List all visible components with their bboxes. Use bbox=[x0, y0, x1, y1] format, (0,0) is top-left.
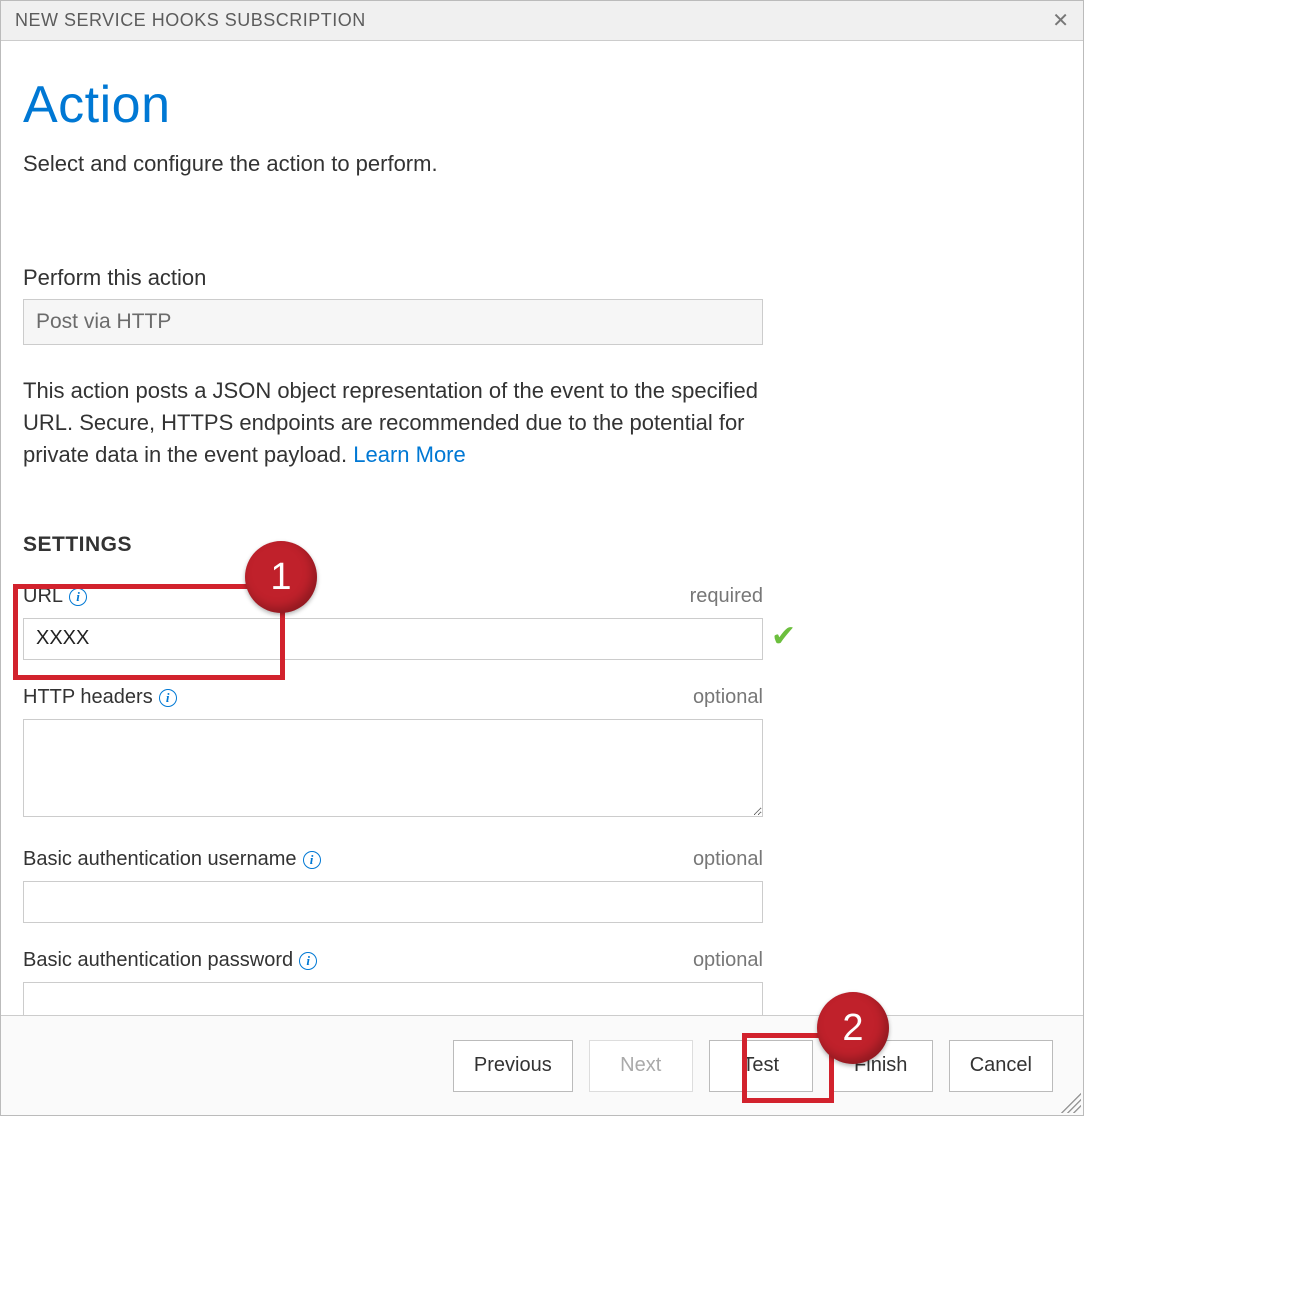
basic-auth-username-label: Basic authentication username bbox=[23, 848, 297, 871]
cancel-button[interactable]: Cancel bbox=[949, 1040, 1053, 1092]
basic-auth-username-input[interactable] bbox=[23, 881, 763, 923]
perform-action-block: Perform this action Post via HTTP bbox=[23, 265, 1061, 345]
previous-button[interactable]: Previous bbox=[453, 1040, 573, 1092]
info-icon[interactable]: i bbox=[69, 588, 87, 606]
page-title: Action bbox=[23, 75, 1061, 135]
action-description: This action posts a JSON object represen… bbox=[23, 375, 783, 471]
close-icon[interactable]: ✕ bbox=[1052, 11, 1069, 31]
settings-heading: SETTINGS bbox=[23, 533, 1061, 557]
basic-auth-password-label: Basic authentication password bbox=[23, 949, 293, 972]
basic-auth-password-hint: optional bbox=[693, 949, 763, 972]
setting-http-headers: HTTP headers i optional bbox=[23, 686, 763, 822]
info-icon[interactable]: i bbox=[303, 851, 321, 869]
dialog-title: NEW SERVICE HOOKS SUBSCRIPTION bbox=[15, 10, 366, 31]
test-button[interactable]: Test bbox=[709, 1040, 813, 1092]
basic-auth-password-input[interactable] bbox=[23, 982, 763, 1015]
checkmark-icon: ✔ bbox=[771, 622, 796, 652]
http-headers-textarea[interactable] bbox=[23, 719, 763, 817]
service-hooks-dialog: NEW SERVICE HOOKS SUBSCRIPTION ✕ Action … bbox=[0, 0, 1084, 1116]
perform-action-select[interactable]: Post via HTTP bbox=[23, 299, 763, 345]
http-headers-label: HTTP headers bbox=[23, 686, 153, 709]
http-headers-hint: optional bbox=[693, 686, 763, 709]
perform-action-label: Perform this action bbox=[23, 265, 1061, 291]
page-subtitle: Select and configure the action to perfo… bbox=[23, 151, 1061, 177]
dialog-footer: Previous Next Test Finish Cancel 2 bbox=[1, 1015, 1083, 1115]
resize-grip-icon[interactable] bbox=[1061, 1093, 1081, 1113]
learn-more-link[interactable]: Learn More bbox=[353, 442, 466, 467]
url-hint: required bbox=[690, 585, 763, 608]
dialog-header: NEW SERVICE HOOKS SUBSCRIPTION ✕ bbox=[1, 1, 1083, 41]
setting-url: URL i required ✔ bbox=[23, 585, 763, 660]
next-button: Next bbox=[589, 1040, 693, 1092]
url-input[interactable] bbox=[23, 618, 763, 660]
dialog-body[interactable]: Action Select and configure the action t… bbox=[1, 41, 1083, 1015]
url-label: URL bbox=[23, 585, 63, 608]
basic-auth-username-hint: optional bbox=[693, 848, 763, 871]
finish-button[interactable]: Finish bbox=[829, 1040, 933, 1092]
setting-basic-auth-username: Basic authentication username i optional bbox=[23, 848, 763, 923]
setting-basic-auth-password: Basic authentication password i optional bbox=[23, 949, 763, 1015]
info-icon[interactable]: i bbox=[159, 689, 177, 707]
info-icon[interactable]: i bbox=[299, 952, 317, 970]
